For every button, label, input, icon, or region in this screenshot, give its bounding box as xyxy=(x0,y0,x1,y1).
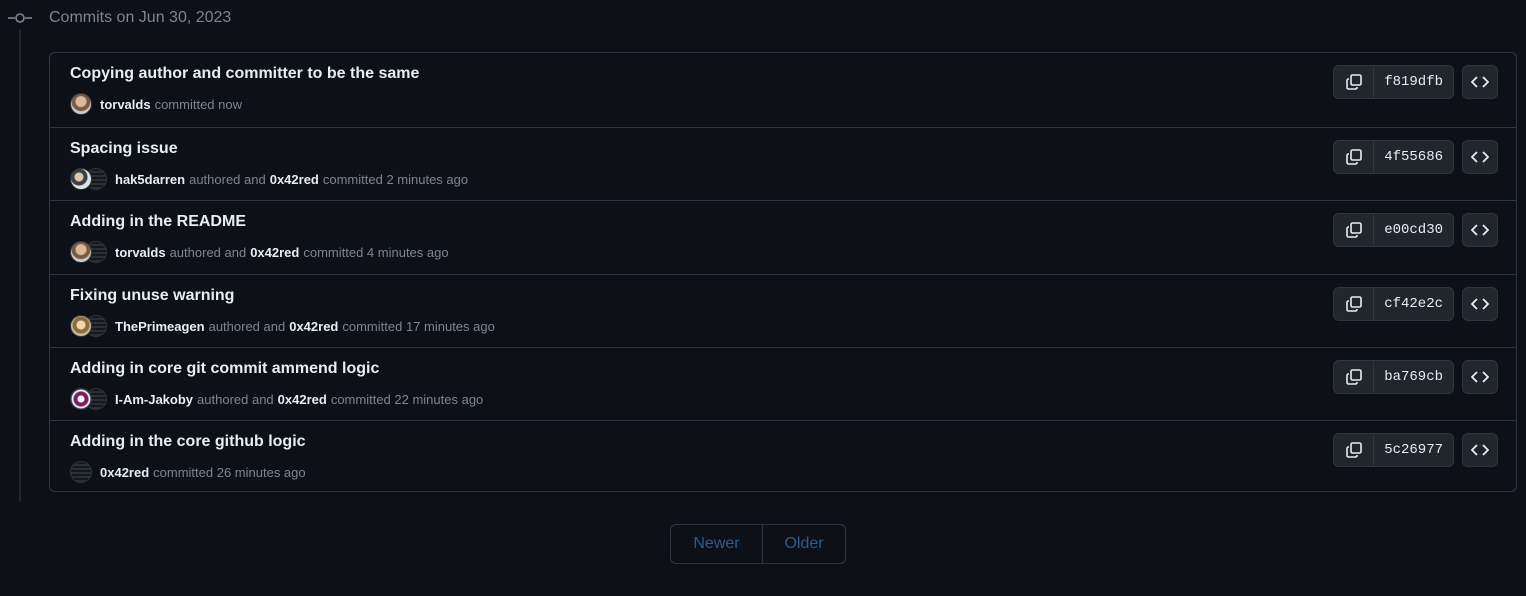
commit-title-link[interactable]: Copying author and committer to be the s… xyxy=(70,65,419,83)
avatar-stack xyxy=(70,241,107,263)
committer-link[interactable]: 0x42red xyxy=(270,172,319,187)
commit-title-link[interactable]: Adding in core git commit ammend logic xyxy=(70,360,379,378)
committer-link[interactable]: 0x42red xyxy=(278,392,327,407)
avatar-stack xyxy=(70,461,92,483)
commit-time: committed 22 minutes ago xyxy=(330,391,484,407)
code-brackets-icon xyxy=(1471,224,1489,236)
copy-sha-button[interactable] xyxy=(1334,66,1375,98)
commit-title-link[interactable]: Fixing unuse warning xyxy=(70,287,234,305)
commit-row: Adding in the core github logic 0x42red … xyxy=(50,420,1516,491)
authored-and-text: authored and xyxy=(208,318,286,334)
browse-repo-button[interactable] xyxy=(1462,360,1498,394)
code-brackets-icon xyxy=(1471,444,1489,456)
commit-time: committed 2 minutes ago xyxy=(322,171,469,187)
commit-sha-link[interactable]: f819dfb xyxy=(1374,66,1453,98)
author-avatar[interactable] xyxy=(70,388,92,410)
commit-title-link[interactable]: Adding in the README xyxy=(70,213,246,231)
author-avatar[interactable] xyxy=(70,461,92,483)
older-button[interactable]: Older xyxy=(763,525,845,563)
copy-icon xyxy=(1345,296,1362,312)
author-link[interactable]: torvalds xyxy=(100,97,151,112)
copy-sha-button[interactable] xyxy=(1334,141,1375,173)
author-avatar[interactable] xyxy=(70,241,92,263)
browse-repo-button[interactable] xyxy=(1462,433,1498,467)
copy-icon xyxy=(1345,149,1362,165)
avatar-stack xyxy=(70,388,107,410)
commit-row: Adding in core git commit ammend logic I… xyxy=(50,347,1516,420)
commit-title-link[interactable]: Spacing issue xyxy=(70,140,178,158)
commit-row: Copying author and committer to be the s… xyxy=(50,53,1516,126)
browse-repo-button[interactable] xyxy=(1462,287,1498,321)
sha-button-group: 4f55686 xyxy=(1333,140,1454,174)
copy-icon xyxy=(1345,222,1362,238)
commit-meta: ThePrimeagen authored and 0x42red commit… xyxy=(70,315,495,337)
avatar-stack xyxy=(70,93,92,115)
sha-button-group: cf42e2c xyxy=(1333,287,1454,321)
author-link[interactable]: I-Am-Jakoby xyxy=(115,392,193,407)
commit-meta: hak5darren authored and 0x42red committe… xyxy=(70,168,468,190)
browse-repo-button[interactable] xyxy=(1462,65,1498,99)
avatar-stack xyxy=(70,168,107,190)
sha-button-group: e00cd30 xyxy=(1333,213,1454,247)
git-commit-icon xyxy=(8,13,32,23)
author-link[interactable]: torvalds xyxy=(115,245,166,260)
commit-meta: torvalds committed now xyxy=(70,93,242,115)
avatar-stack xyxy=(70,315,107,337)
commit-group-date: Commits on Jun 30, 2023 xyxy=(49,9,232,26)
authored-and-text: authored and xyxy=(197,391,274,407)
commit-sha-link[interactable]: ba769cb xyxy=(1374,361,1453,393)
commit-meta: 0x42red committed 26 minutes ago xyxy=(70,461,306,483)
authored-and-text: authored and xyxy=(169,244,247,260)
copy-icon xyxy=(1345,442,1362,458)
author-link[interactable]: ThePrimeagen xyxy=(115,319,205,334)
commit-row: Spacing issue hak5darren authored and 0x… xyxy=(50,127,1516,200)
copy-sha-button[interactable] xyxy=(1334,214,1375,246)
browse-repo-button[interactable] xyxy=(1462,213,1498,247)
copy-icon xyxy=(1345,369,1362,385)
commit-sha-link[interactable]: e00cd30 xyxy=(1374,214,1453,246)
sha-button-group: ba769cb xyxy=(1333,360,1454,394)
newer-button[interactable]: Newer xyxy=(671,525,763,563)
author-avatar[interactable] xyxy=(70,315,92,337)
code-brackets-icon xyxy=(1471,371,1489,383)
commit-meta: I-Am-Jakoby authored and 0x42red committ… xyxy=(70,388,483,410)
commit-meta: torvalds authored and 0x42red committed … xyxy=(70,241,449,263)
author-link[interactable]: hak5darren xyxy=(115,172,185,187)
author-link[interactable]: 0x42red xyxy=(100,465,149,480)
commit-list: Copying author and committer to be the s… xyxy=(49,52,1517,492)
commit-time: committed 26 minutes ago xyxy=(153,464,306,480)
author-avatar[interactable] xyxy=(70,168,92,190)
commit-title-link[interactable]: Adding in the core github logic xyxy=(70,433,306,451)
authored-and-text: authored and xyxy=(189,171,266,187)
commit-time: committed now xyxy=(154,96,242,112)
commit-sha-link[interactable]: 5c26977 xyxy=(1374,434,1453,466)
code-brackets-icon xyxy=(1471,151,1489,163)
timeline-line xyxy=(19,30,21,502)
commit-row: Adding in the README torvalds authored a… xyxy=(50,200,1516,273)
copy-sha-button[interactable] xyxy=(1334,361,1375,393)
sha-button-group: 5c26977 xyxy=(1333,433,1454,467)
copy-sha-button[interactable] xyxy=(1334,434,1375,466)
copy-icon xyxy=(1345,74,1362,90)
commit-time: committed 17 minutes ago xyxy=(342,318,495,334)
commit-time: committed 4 minutes ago xyxy=(303,244,449,260)
browse-repo-button[interactable] xyxy=(1462,140,1498,174)
author-avatar[interactable] xyxy=(70,93,92,115)
code-brackets-icon xyxy=(1471,76,1489,88)
commit-sha-link[interactable]: 4f55686 xyxy=(1374,141,1453,173)
commit-sha-link[interactable]: cf42e2c xyxy=(1374,288,1453,320)
committer-link[interactable]: 0x42red xyxy=(289,319,338,334)
sha-button-group: f819dfb xyxy=(1333,65,1454,99)
commit-row: Fixing unuse warning ThePrimeagen author… xyxy=(50,274,1516,347)
copy-sha-button[interactable] xyxy=(1334,288,1375,320)
pagination: Newer Older xyxy=(670,524,846,564)
code-brackets-icon xyxy=(1471,298,1489,310)
commits-page: Commits on Jun 30, 2023 Copying author a… xyxy=(0,0,1526,596)
committer-link[interactable]: 0x42red xyxy=(250,245,299,260)
